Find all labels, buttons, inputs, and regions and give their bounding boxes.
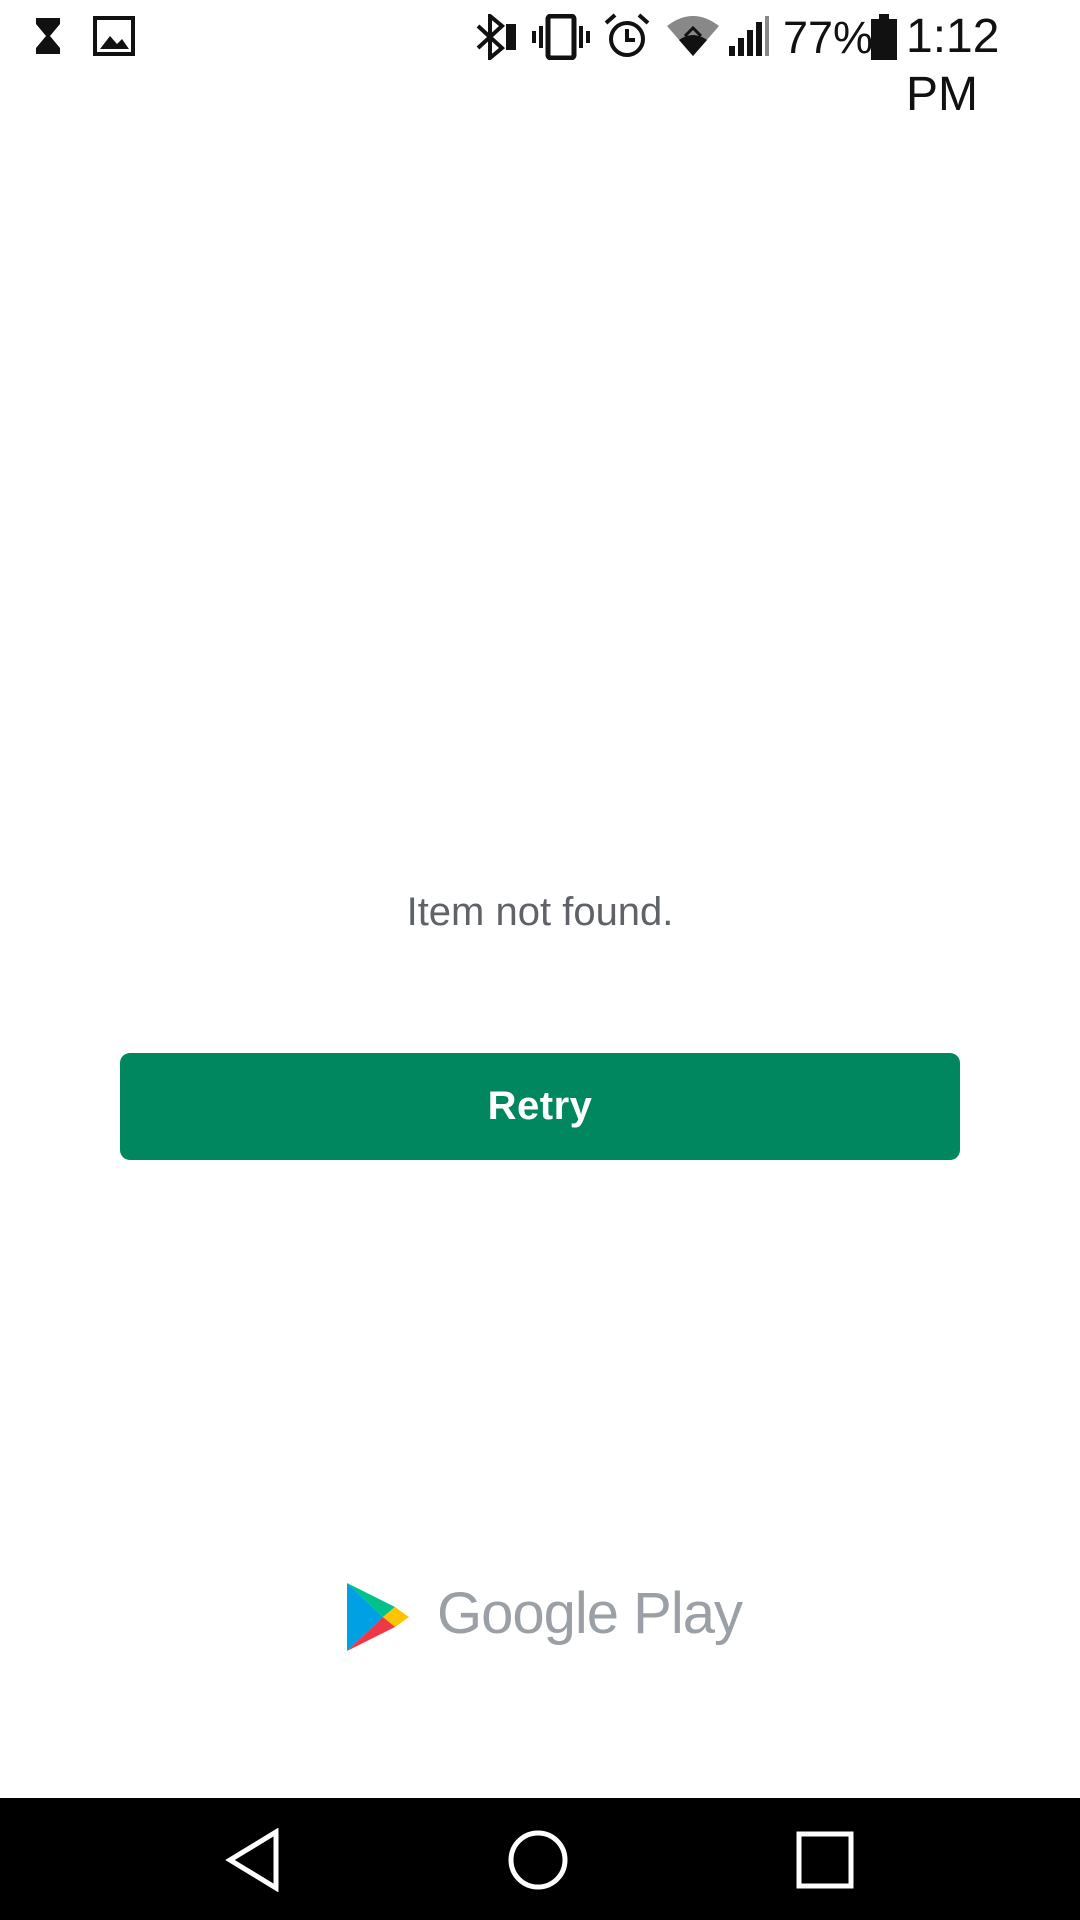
home-icon[interactable] — [506, 1828, 570, 1892]
error-message: Item not found. — [406, 890, 674, 934]
retry-button[interactable]: Retry — [120, 1053, 960, 1160]
battery-icon — [870, 14, 898, 64]
recents-icon[interactable] — [793, 1828, 857, 1892]
signal-icon — [727, 14, 771, 64]
alarm-icon — [604, 13, 650, 63]
clock: 1:12 PM — [906, 10, 1000, 121]
vibrate-icon — [532, 14, 590, 64]
hourglass-icon — [34, 16, 62, 66]
status-bar: 77% 1:12 PM — [0, 0, 1080, 121]
bluetooth-icon — [472, 14, 518, 64]
wifi-icon — [666, 14, 720, 64]
screen: 77% 1:12 PM Item not found. Retry Google… — [0, 0, 1080, 1920]
navigation-bar — [0, 1798, 1080, 1920]
google-play-icon — [347, 1583, 409, 1651]
back-icon[interactable] — [222, 1827, 286, 1893]
google-play-wordmark: Google Play — [437, 1581, 743, 1646]
image-icon — [93, 16, 135, 66]
battery-percentage: 77% — [783, 12, 874, 63]
google-play-logo: Google Play — [345, 1578, 745, 1658]
